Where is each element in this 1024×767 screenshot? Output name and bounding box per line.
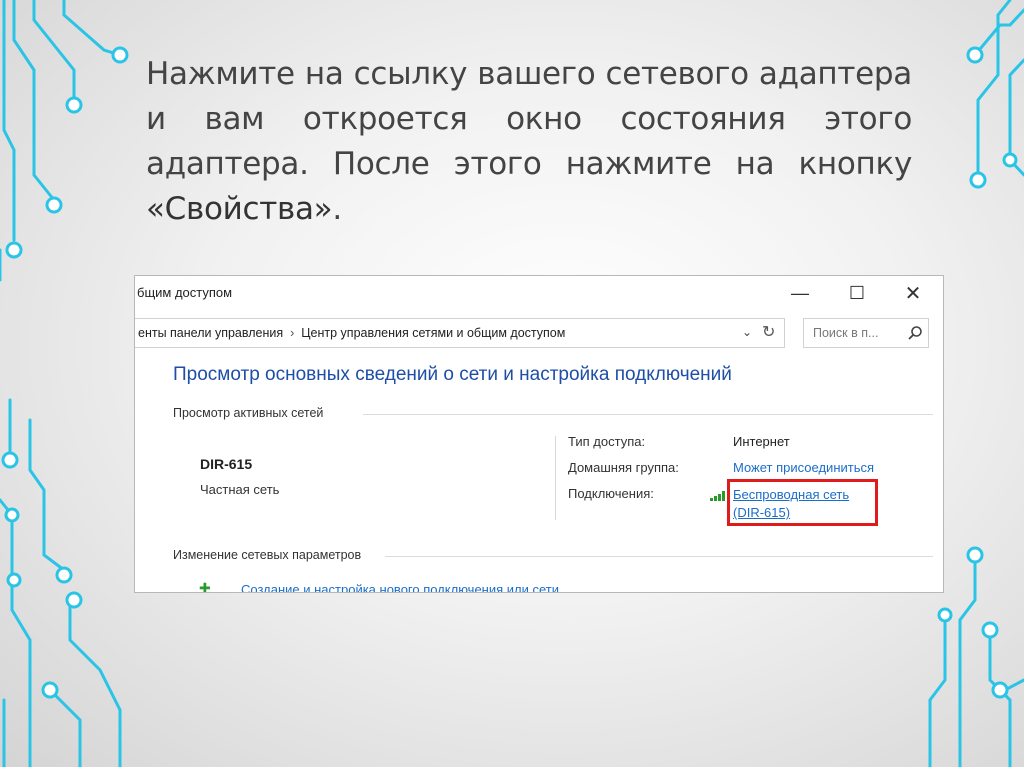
window-titlebar: бщим доступом — ☐ ✕: [135, 276, 943, 310]
search-icon[interactable]: [907, 325, 923, 341]
slide-text-main: Нажмите на ссылку вашего сетевого адапте…: [146, 56, 912, 182]
breadcrumb: енты панели управления › Центр управления …: [138, 326, 565, 340]
search-box[interactable]: Поиск в п...: [803, 318, 929, 348]
refresh-icon[interactable]: ↻: [762, 322, 775, 342]
homegroup-link[interactable]: Может присоединиться: [733, 460, 874, 475]
breadcrumb-control-panel[interactable]: енты панели управления: [138, 326, 283, 340]
slide-text-end: .: [332, 191, 342, 227]
close-button[interactable]: ✕: [898, 279, 928, 307]
chevron-down-icon[interactable]: ⌄: [742, 325, 752, 339]
address-bar[interactable]: енты панели управления › Центр управления …: [135, 318, 785, 348]
minimize-button[interactable]: —: [785, 279, 815, 307]
change-settings-label: Изменение сетевых параметров: [173, 548, 362, 562]
slide-instruction-text: Нажмите на ссылку вашего сетевого адапте…: [146, 52, 912, 232]
page-heading: Просмотр основных сведений о сети и наст…: [173, 364, 732, 385]
network-center-screenshot: бщим доступом — ☐ ✕ енты панели управлен…: [134, 275, 944, 593]
active-networks-label: Просмотр активных сетей: [173, 406, 324, 420]
section-divider: [363, 414, 933, 415]
access-type-label: Тип доступа:: [568, 434, 646, 449]
section-divider: [385, 556, 933, 557]
window-title: бщим доступом: [137, 285, 233, 300]
search-input[interactable]: Поиск в п...: [813, 326, 878, 340]
vertical-divider: [555, 436, 556, 520]
new-connection-link[interactable]: Создание и настройка нового подключения …: [241, 582, 559, 592]
maximize-button[interactable]: ☐: [842, 279, 872, 307]
slide-text-emphasis: «Свойства»: [146, 191, 333, 227]
breadcrumb-separator: ›: [290, 326, 295, 340]
breadcrumb-network-center[interactable]: Центр управления сетями и общим доступом: [301, 326, 565, 340]
access-type-value: Интернет: [733, 434, 790, 449]
network-name: DIR-615: [200, 456, 253, 472]
add-connection-icon: ✚: [199, 580, 211, 593]
homegroup-label: Домашняя группа:: [568, 460, 679, 475]
network-type: Частная сеть: [200, 482, 280, 497]
connections-label: Подключения:: [568, 486, 654, 501]
highlight-box: [727, 479, 878, 526]
wifi-signal-icon: [710, 491, 725, 501]
